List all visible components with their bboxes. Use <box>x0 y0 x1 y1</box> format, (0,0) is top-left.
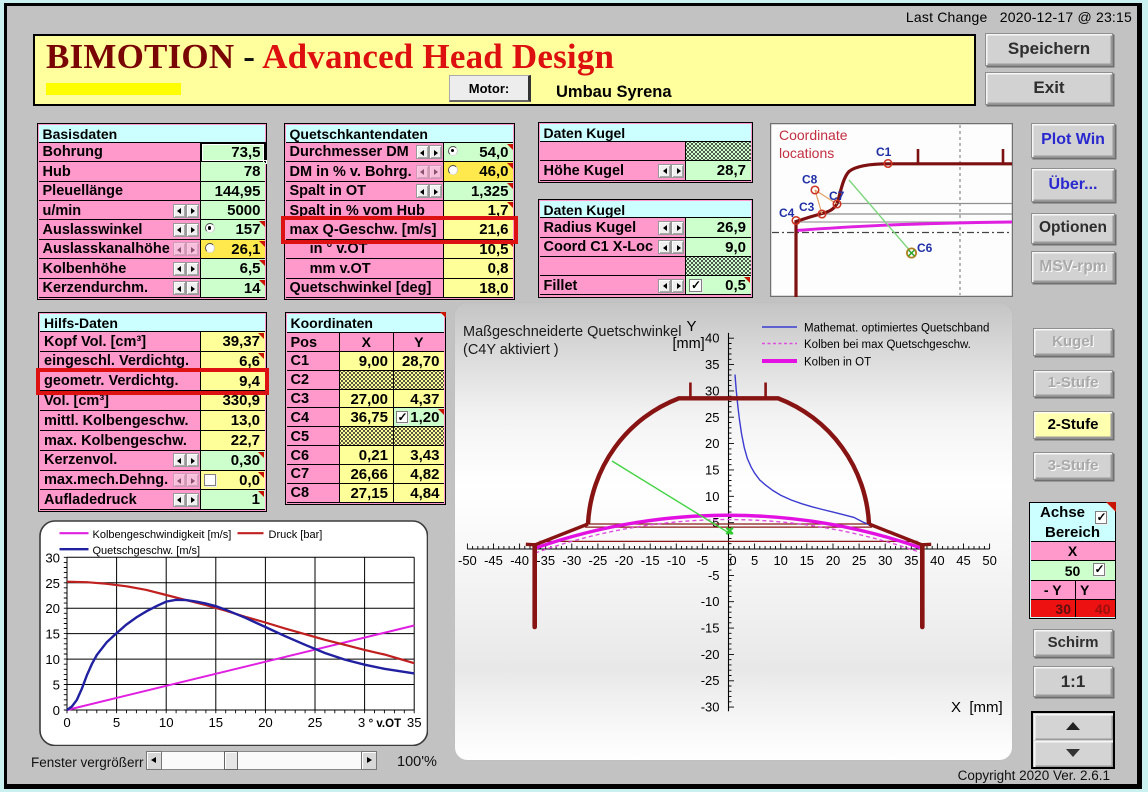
svg-text:-20: -20 <box>615 553 634 568</box>
svg-text:-20: -20 <box>701 647 720 662</box>
svg-text:-40: -40 <box>510 553 529 568</box>
svg-text:C4: C4 <box>779 206 795 220</box>
svg-text:C7: C7 <box>829 189 845 203</box>
svg-text:35: 35 <box>705 357 719 372</box>
svg-text:35: 35 <box>904 553 918 568</box>
svg-text:-25: -25 <box>589 553 608 568</box>
svg-text:25: 25 <box>852 553 866 568</box>
svg-text:-5: -5 <box>697 553 709 568</box>
svg-text:Coordinate: Coordinate <box>779 127 848 143</box>
svg-text:-35: -35 <box>536 553 555 568</box>
svg-text:0: 0 <box>52 703 59 718</box>
svg-text:0: 0 <box>63 715 70 730</box>
svg-text:C6: C6 <box>917 241 933 255</box>
svg-text:° v.OT: ° v.OT <box>368 718 401 730</box>
svg-text:-10: -10 <box>701 594 720 609</box>
svg-text:-25: -25 <box>701 673 720 688</box>
svg-text:40: 40 <box>705 331 719 346</box>
svg-text:35: 35 <box>406 715 421 730</box>
svg-text:-30: -30 <box>562 553 581 568</box>
svg-text:25: 25 <box>705 410 719 425</box>
svg-text:C3: C3 <box>799 200 815 214</box>
svg-text:-5: -5 <box>708 568 720 583</box>
svg-text:40: 40 <box>930 553 944 568</box>
svg-text:30: 30 <box>45 550 60 565</box>
svg-text:-30: -30 <box>701 700 720 715</box>
svg-text:20: 20 <box>705 436 719 451</box>
svg-text:25: 25 <box>307 715 322 730</box>
svg-text:45: 45 <box>956 553 970 568</box>
svg-text:10: 10 <box>773 553 787 568</box>
svg-text:50: 50 <box>982 553 996 568</box>
svg-text:-45: -45 <box>484 553 503 568</box>
svg-text:-50: -50 <box>458 553 477 568</box>
svg-text:locations: locations <box>779 145 834 161</box>
svg-text:-15: -15 <box>641 553 660 568</box>
svg-text:(C4Y aktiviert ): (C4Y aktiviert ) <box>463 342 559 358</box>
svg-text:Kolbengeschwindigkeit [m/s]: Kolbengeschwindigkeit [m/s] <box>92 529 231 541</box>
svg-text:30: 30 <box>878 553 892 568</box>
svg-text:20: 20 <box>258 715 273 730</box>
svg-text:Druck [bar]: Druck [bar] <box>268 529 322 541</box>
svg-text:15: 15 <box>800 553 814 568</box>
svg-text:-10: -10 <box>667 553 686 568</box>
svg-text:Y: Y <box>687 318 697 335</box>
svg-text:C1: C1 <box>876 145 892 159</box>
svg-text:X [mm]: X [mm] <box>951 699 1003 716</box>
svg-text:5: 5 <box>112 715 119 730</box>
svg-text:10: 10 <box>45 652 60 667</box>
svg-text:Maßgeschneiderte Quetschwinkel: Maßgeschneiderte Quetschwinkel <box>463 324 681 340</box>
svg-text:-15: -15 <box>701 621 720 636</box>
svg-text:3: 3 <box>357 715 364 730</box>
svg-text:10: 10 <box>705 489 719 504</box>
svg-text:15: 15 <box>208 715 223 730</box>
svg-text:Quetschgeschw. [m/s]: Quetschgeschw. [m/s] <box>92 545 200 557</box>
svg-text:Kolben in OT: Kolben in OT <box>804 357 871 369</box>
svg-text:Mathemat. optimiertes Quetschb: Mathemat. optimiertes Quetschband <box>804 323 989 335</box>
svg-text:5: 5 <box>52 677 59 692</box>
svg-text:C8: C8 <box>802 173 818 187</box>
svg-text:15: 15 <box>45 626 60 641</box>
svg-text:0: 0 <box>729 553 736 568</box>
svg-text:10: 10 <box>158 715 173 730</box>
svg-text:5: 5 <box>751 553 758 568</box>
svg-text:Kolben bei max Quetschgeschw.: Kolben bei max Quetschgeschw. <box>804 339 971 351</box>
svg-text:20: 20 <box>45 601 60 616</box>
svg-text:15: 15 <box>705 462 719 477</box>
svg-text:20: 20 <box>826 553 840 568</box>
svg-text:25: 25 <box>45 575 60 590</box>
